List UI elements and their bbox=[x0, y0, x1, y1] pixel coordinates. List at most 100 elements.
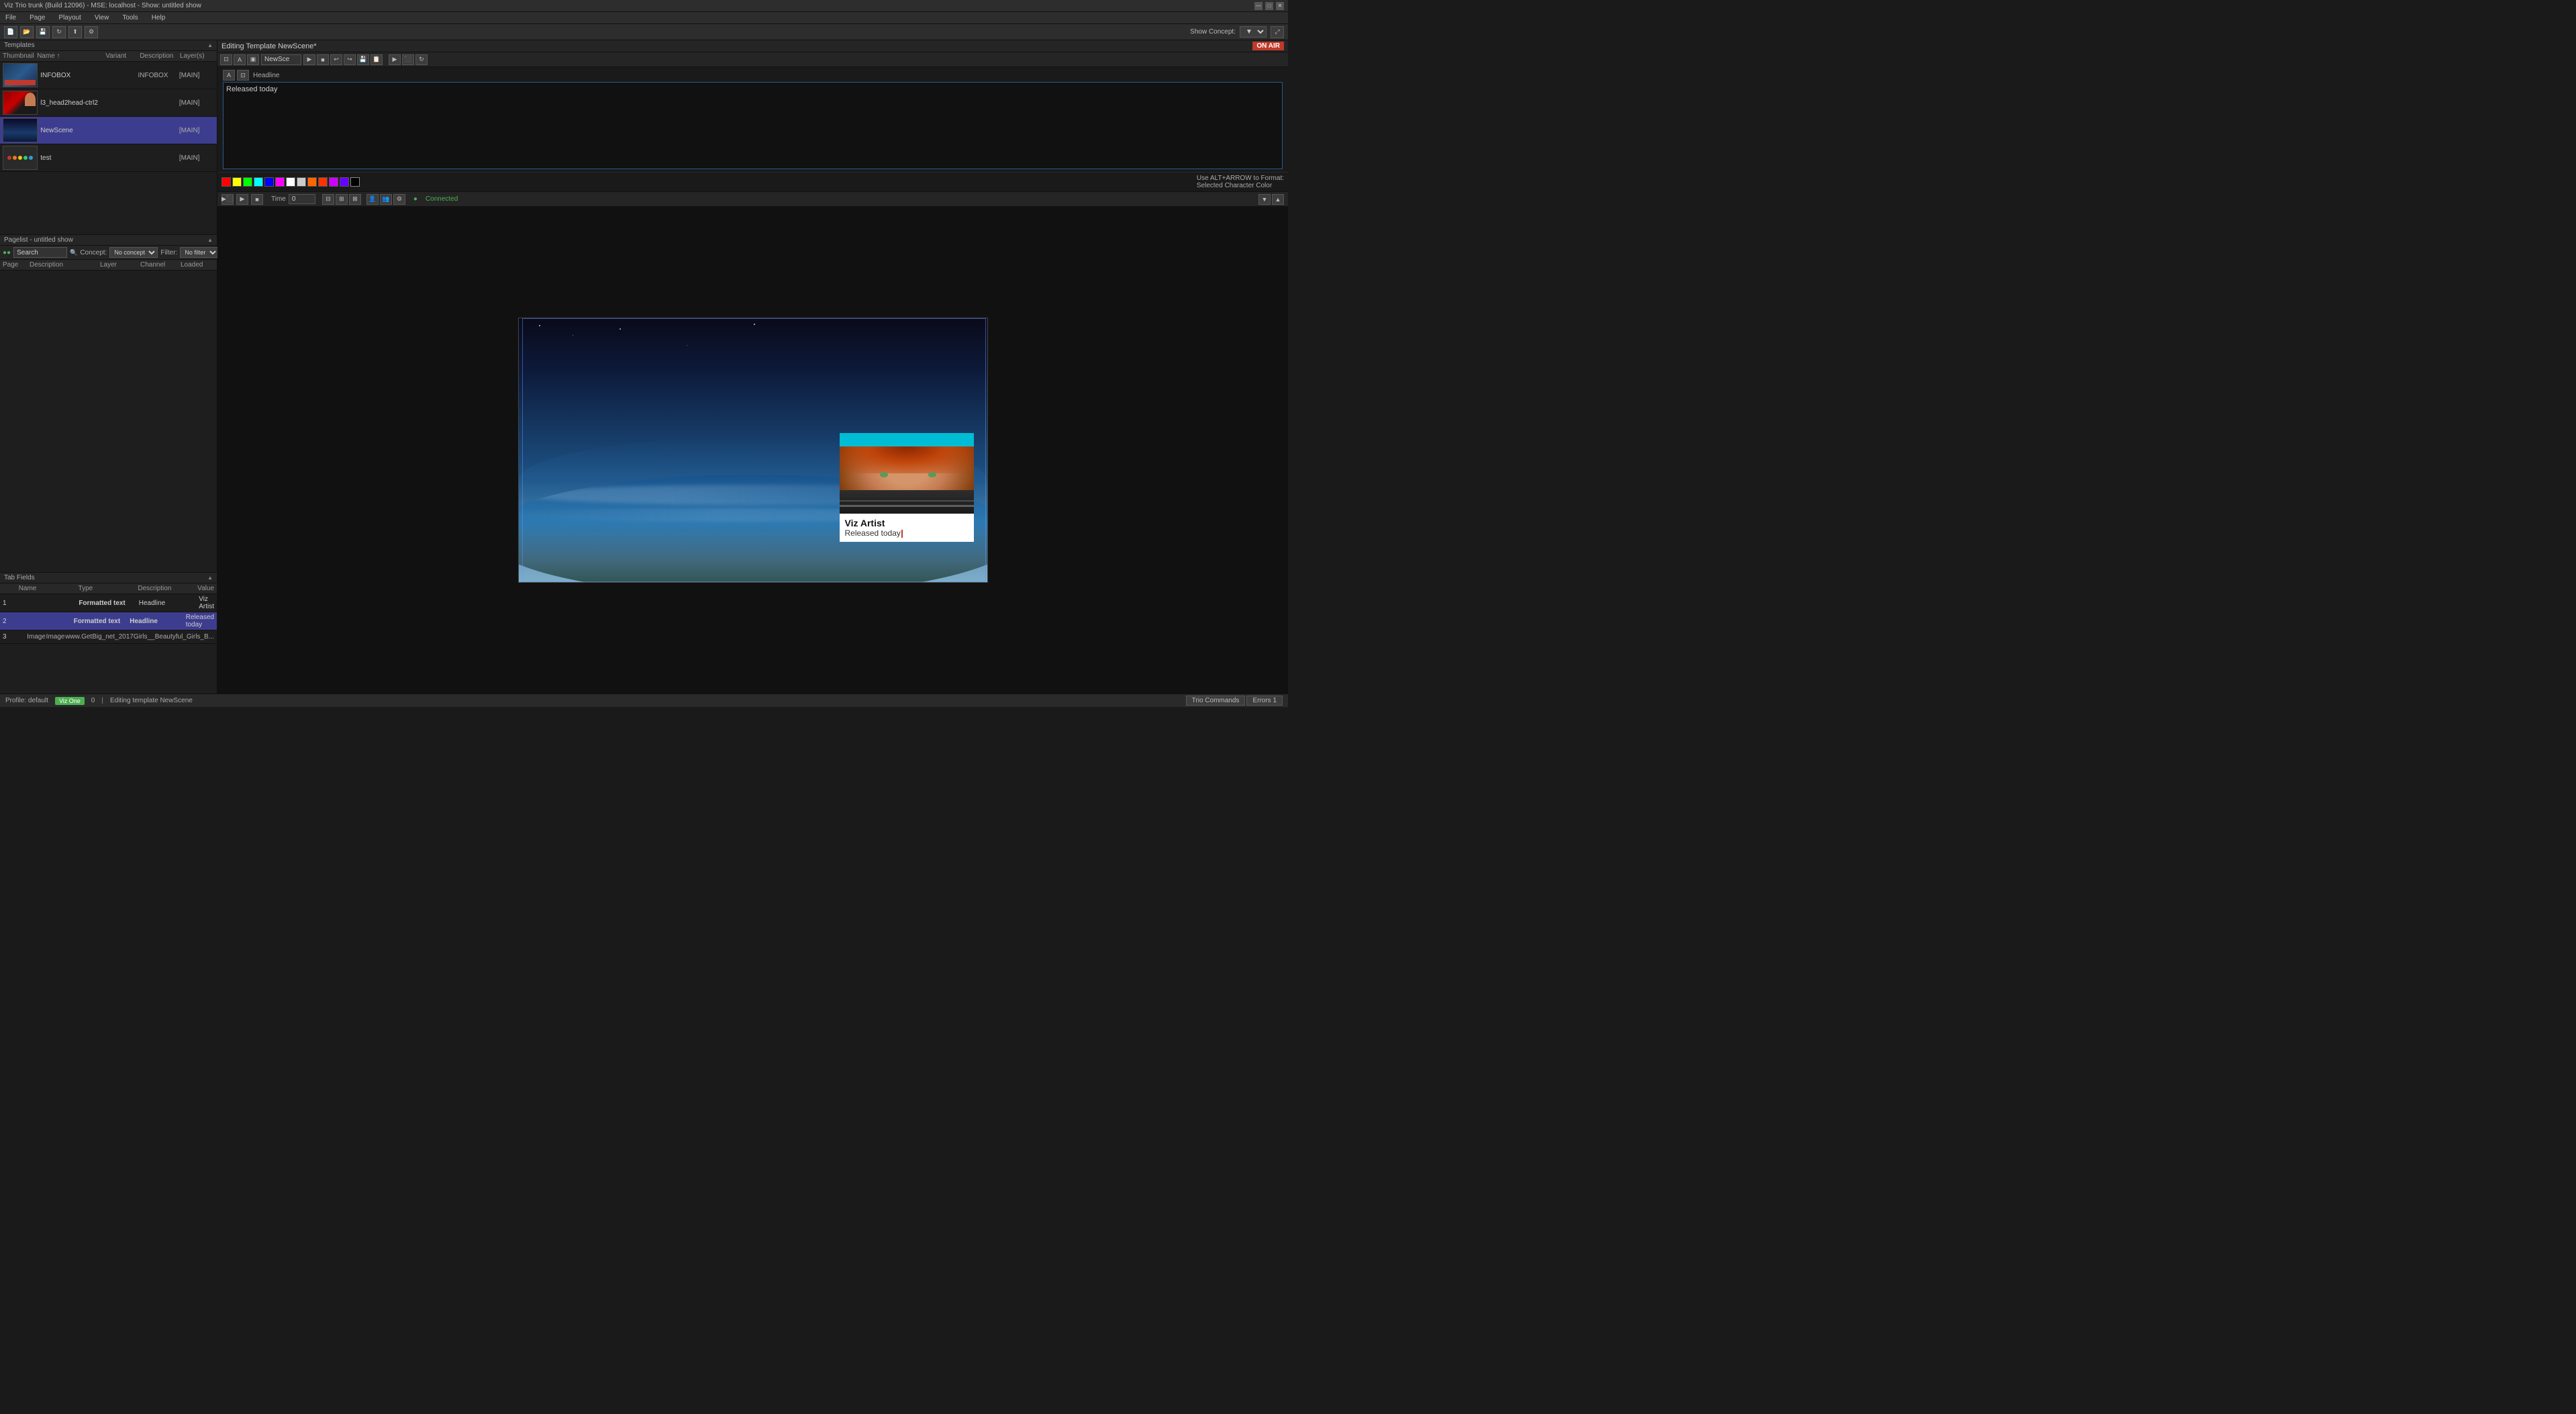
filter-select[interactable]: No filter bbox=[180, 247, 219, 258]
transport-settings[interactable]: ⚙ bbox=[393, 194, 405, 205]
editor-btn-stop2[interactable]: ⬛ bbox=[402, 54, 414, 65]
lt-text-section: Viz Artist Released today bbox=[840, 514, 974, 542]
editor-btn-forward[interactable]: ↪ bbox=[344, 54, 356, 65]
menu-file[interactable]: File bbox=[3, 14, 19, 21]
color-swatch-purple[interactable] bbox=[329, 177, 338, 187]
template-row-newscene[interactable]: NewScene [MAIN] bbox=[0, 117, 217, 144]
col-tf-type: Type bbox=[79, 585, 138, 592]
text-edit-icon2[interactable]: ⊡ bbox=[237, 70, 249, 81]
editor-btn-save-as[interactable]: 📋 bbox=[370, 54, 383, 65]
editor-btn-stop[interactable]: ■ bbox=[317, 54, 329, 65]
menu-view[interactable]: View bbox=[92, 14, 112, 21]
headline-label: Headline bbox=[253, 72, 279, 79]
color-swatch-blue[interactable] bbox=[264, 177, 274, 187]
template-name-input[interactable] bbox=[261, 54, 301, 65]
editor-btn-back[interactable]: ↩ bbox=[330, 54, 342, 65]
connected-section: ● Connected bbox=[413, 195, 458, 203]
color-swatch-red-orange[interactable] bbox=[318, 177, 328, 187]
transport-add-person[interactable]: 👥 bbox=[380, 194, 392, 205]
text-edit-icon1[interactable]: A bbox=[223, 70, 235, 81]
concept-select[interactable]: No concept bbox=[109, 247, 158, 258]
editor-btn-save[interactable]: 💾 bbox=[357, 54, 369, 65]
template-row-test[interactable]: test [MAIN] bbox=[0, 144, 217, 172]
transport-grid-2[interactable]: ⊞ bbox=[336, 194, 348, 205]
connected-label: Connected bbox=[426, 195, 458, 203]
show-concept-expand[interactable]: ⤢ bbox=[1271, 26, 1284, 38]
main-layout: Templates ▲ Thumbnail Name ↑ Variant Des… bbox=[0, 40, 1288, 694]
template-layer-test: [MAIN] bbox=[179, 154, 214, 162]
transport-action-btns: 👤 👥 ⚙ bbox=[366, 194, 405, 205]
color-swatch-cyan[interactable] bbox=[254, 177, 263, 187]
minimize-button[interactable]: — bbox=[1254, 2, 1262, 10]
color-swatch-white[interactable] bbox=[286, 177, 295, 187]
menu-playout[interactable]: Playout bbox=[56, 14, 83, 21]
maximize-button[interactable]: □ bbox=[1265, 2, 1273, 10]
tabfield-row-1[interactable]: 1 Formatted text Headline Viz Artist bbox=[0, 594, 217, 612]
color-swatch-lightgray[interactable] bbox=[297, 177, 306, 187]
on-air-badge: ON AIR bbox=[1252, 42, 1284, 50]
show-concept: Show Concept: ▼ ⤢ bbox=[1190, 26, 1284, 38]
tf-type-1: Formatted text bbox=[79, 600, 138, 607]
color-bar: Use ALT+ARROW to Format: Selected Charac… bbox=[217, 173, 1288, 192]
editor-icon-3[interactable]: ▣ bbox=[247, 54, 259, 65]
transport-grid-1[interactable]: ⊟ bbox=[322, 194, 334, 205]
text-content[interactable]: Released today bbox=[226, 85, 277, 93]
editor-btn-animate[interactable]: ▶ bbox=[389, 54, 401, 65]
editor-icon-1[interactable]: ⊡ bbox=[220, 54, 232, 65]
color-swatch-orange[interactable] bbox=[307, 177, 317, 187]
trio-commands-button[interactable]: Trio Commands bbox=[1186, 696, 1246, 706]
close-button[interactable]: ✕ bbox=[1276, 2, 1284, 10]
toolbar-up[interactable]: ⬆ bbox=[68, 26, 82, 38]
search-input[interactable] bbox=[13, 247, 67, 258]
menu-page[interactable]: Page bbox=[27, 14, 48, 21]
color-swatch-green[interactable] bbox=[243, 177, 252, 187]
tabfields-collapse-icon[interactable]: ▲ bbox=[207, 575, 213, 581]
toolbar-save[interactable]: 💾 bbox=[36, 26, 50, 38]
color-swatch-red[interactable] bbox=[221, 177, 231, 187]
transport-play-out[interactable]: ▶⬛ bbox=[221, 194, 234, 205]
template-name-infobox: INFOBOX bbox=[40, 72, 103, 79]
transport-collapse[interactable]: ▼ bbox=[1258, 194, 1271, 205]
template-layer-infobox: [MAIN] bbox=[179, 72, 214, 79]
col-variant: Variant bbox=[105, 52, 140, 60]
transport-play[interactable]: ▶ bbox=[236, 194, 248, 205]
color-swatch-yellow[interactable] bbox=[232, 177, 242, 187]
pagelist-collapse-icon[interactable]: ▲ bbox=[207, 237, 213, 243]
color-swatch-magenta[interactable] bbox=[275, 177, 285, 187]
toolbar-open[interactable]: 📂 bbox=[20, 26, 34, 38]
color-swatch-violet[interactable] bbox=[340, 177, 349, 187]
menu-tools[interactable]: Tools bbox=[119, 14, 140, 21]
left-panel: Templates ▲ Thumbnail Name ↑ Variant Des… bbox=[0, 40, 217, 694]
toolbar-new[interactable]: 📄 bbox=[4, 26, 17, 38]
template-row-infobox[interactable]: INFOBOX INFOBOX [MAIN] bbox=[0, 62, 217, 89]
filter-label: Filter: bbox=[160, 249, 177, 256]
toolbar: 📄 📂 💾 ↻ ⬆ ⚙ Show Concept: ▼ ⤢ bbox=[0, 24, 1288, 40]
tabfield-row-3[interactable]: 3 Image Image www.GetBig_net_2017Girls__… bbox=[0, 630, 217, 644]
tabfields-section: Tab Fields ▲ Name Type Description Value… bbox=[0, 573, 217, 694]
editor-icon-2[interactable]: A bbox=[234, 54, 246, 65]
col-tf-value: Value bbox=[197, 585, 214, 592]
transport-person[interactable]: 👤 bbox=[366, 194, 379, 205]
transport-grid-3[interactable]: ⊠ bbox=[349, 194, 361, 205]
toolbar-refresh[interactable]: ↻ bbox=[52, 26, 66, 38]
tf-num-1: 1 bbox=[3, 600, 19, 607]
toolbar-settings[interactable]: ⚙ bbox=[85, 26, 98, 38]
transport-stop[interactable]: ■ bbox=[251, 194, 263, 205]
titlebar: Viz Trio trunk (Build 12096) - MSE: loca… bbox=[0, 0, 1288, 12]
templates-header: Templates ▲ bbox=[0, 40, 217, 51]
color-swatch-black[interactable] bbox=[350, 177, 360, 187]
concept-label: Concept: bbox=[80, 249, 107, 256]
errors-button[interactable]: Errors 1 bbox=[1246, 696, 1283, 706]
menu-help[interactable]: Help bbox=[149, 14, 168, 21]
editor-btn-refresh[interactable]: ↻ bbox=[415, 54, 428, 65]
time-input[interactable] bbox=[289, 194, 315, 204]
transport-expand[interactable]: ▲ bbox=[1272, 194, 1284, 205]
template-row-head2head[interactable]: l3_head2head-ctrl2 [MAIN] bbox=[0, 89, 217, 117]
template-name-test: test bbox=[40, 154, 103, 162]
editor-btn-play[interactable]: ▶ bbox=[303, 54, 315, 65]
tabfield-row-2[interactable]: 2 Formatted text Headline Released today bbox=[0, 612, 217, 630]
col-name[interactable]: Name ↑ bbox=[37, 52, 105, 60]
show-concept-select[interactable]: ▼ bbox=[1240, 26, 1267, 38]
search-icon[interactable]: 🔍 bbox=[70, 248, 77, 257]
templates-collapse-icon[interactable]: ▲ bbox=[207, 42, 213, 48]
